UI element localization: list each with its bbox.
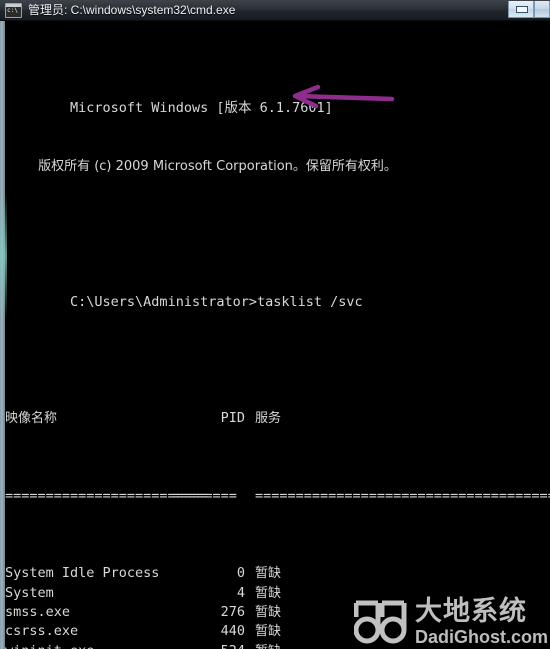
table-separator-row: ========================= ======== =====… — [5, 487, 550, 506]
cell-services: 暂缺 — [255, 642, 281, 649]
cell-pid: 4 — [236, 584, 245, 601]
cell-pid: 524 — [145, 642, 245, 649]
cell-pid: 440 — [220, 623, 245, 640]
column-header-services: 服务 — [255, 411, 282, 427]
table-row: System 4 暂缺 — [5, 584, 550, 603]
console-window[interactable]: Microsoft Windows [版本 6.1.7601] 版权所有 (c)… — [0, 21, 550, 649]
window-titlebar[interactable]: 管理员: C:\windows\system32\cmd.exe — [0, 0, 550, 21]
console-text-buffer: Microsoft Windows [版本 6.1.7601] 版权所有 (c)… — [5, 21, 550, 649]
cell-services: 暂缺 — [255, 566, 282, 582]
screenshot-root: 管理员: C:\windows\system32\cmd.exe Microso… — [0, 0, 550, 649]
cell-services: 暂缺 — [255, 605, 282, 621]
minimize-button[interactable] — [508, 1, 534, 18]
command-prompt-line[interactable]: C:\Users\Administrator>tasklist /svc — [5, 273, 550, 310]
column-header-image-name: 映像名称 — [5, 411, 58, 427]
cell-services: 暂缺 — [255, 624, 282, 640]
table-row: smss.exe 276 暂缺 — [5, 603, 550, 622]
cell-image-name: smss.exe — [5, 604, 71, 621]
banner-line-2: 版权所有 (c) 2009 Microsoft Corporation。保留所有… — [5, 137, 550, 174]
banner-text-2: 版权所有 (c) 2009 Microsoft Corporation。保留所有… — [38, 158, 397, 174]
cell-pid: 276 — [220, 604, 245, 621]
window-controls — [508, 0, 550, 20]
cell-image-name: csrss.exe — [5, 623, 79, 640]
table-row: System Idle Process 0 暂缺 — [5, 564, 550, 583]
table-header-row: 映像名称 PID 服务 — [5, 409, 550, 428]
titlebar-left-group: 管理员: C:\windows\system32\cmd.exe — [0, 2, 550, 18]
process-table-body: System Idle Process 0 暂缺 System 4 暂缺 smss.exe 2… — [5, 564, 550, 649]
minimize-icon — [516, 6, 528, 13]
banner-text-1: Microsoft Windows [版本 6.1.7601] — [70, 99, 333, 116]
table-row: csrss.exe 440 暂缺 — [5, 622, 550, 641]
maximize-button[interactable] — [534, 1, 550, 18]
separator-pid-rule: ======== — [171, 487, 245, 504]
separator-services-rule: ========================================… — [255, 487, 550, 504]
window-title: 管理员: C:\windows\system32\cmd.exe — [28, 3, 236, 17]
banner-line-1: Microsoft Windows [版本 6.1.7601] — [5, 79, 550, 116]
table-row: wininit.exe 524 暂缺 — [5, 642, 550, 649]
cell-image-name: wininit.exe — [5, 642, 94, 649]
cell-pid: 0 — [236, 565, 245, 582]
cmd-console-icon — [5, 2, 22, 18]
cell-image-name: System Idle Process — [5, 565, 160, 582]
cell-services: 暂缺 — [255, 585, 282, 601]
column-header-pid: PID — [220, 410, 245, 427]
cell-image-name: System — [5, 584, 54, 601]
command-line-text: C:\Users\Administrator>tasklist /svc — [70, 293, 363, 310]
